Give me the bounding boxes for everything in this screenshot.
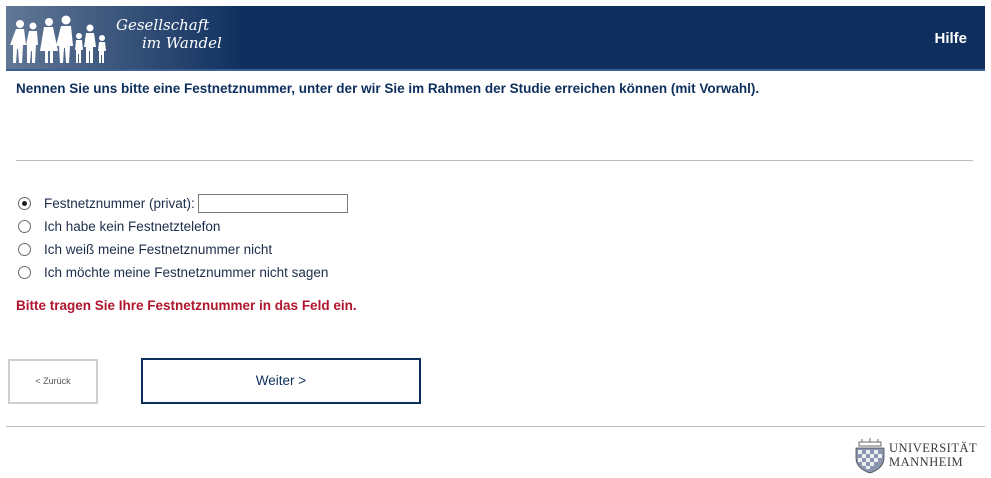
- option-label-refuse-number: Ich möchte meine Festnetznummer nicht sa…: [44, 265, 329, 280]
- university-name-line1: UNIVERSITÄT: [889, 441, 978, 455]
- help-link[interactable]: Hilfe: [934, 30, 967, 47]
- option-dont-know-number[interactable]: Ich weiß meine Festnetznummer nicht: [18, 238, 348, 261]
- logo-title-line2: im Wandel: [142, 34, 222, 52]
- radio-dont-know-number[interactable]: [18, 243, 31, 256]
- landline-number-input[interactable]: [197, 194, 348, 213]
- header-banner: Gesellschaft im Wandel Hilfe: [6, 6, 985, 69]
- university-name-line2: MANNHEIM: [889, 455, 964, 469]
- university-name: UNIVERSITÄT MANNHEIM: [889, 441, 977, 469]
- option-landline-number[interactable]: Festnetznummer (privat):: [18, 192, 348, 215]
- footer-divider: [6, 426, 985, 427]
- question-divider: [16, 160, 973, 161]
- option-label-landline-number: Festnetznummer (privat):: [44, 196, 195, 211]
- option-label-dont-know-number: Ich weiß meine Festnetznummer nicht: [44, 242, 273, 257]
- answer-options: Festnetznummer (privat): Ich habe kein F…: [18, 192, 348, 284]
- radio-no-landline[interactable]: [18, 220, 31, 233]
- header-underline: [6, 69, 985, 71]
- next-button[interactable]: Weiter >: [141, 358, 421, 404]
- radio-refuse-number[interactable]: [18, 266, 31, 279]
- radio-landline-number[interactable]: [18, 197, 31, 210]
- back-button[interactable]: < Zurück: [8, 359, 98, 404]
- logo-title-line1: Gesellschaft: [116, 16, 210, 34]
- university-crest-icon: [855, 438, 885, 474]
- question-text: Nennen Sie uns bitte eine Festnetznummer…: [16, 81, 760, 96]
- study-logo: Gesellschaft im Wandel: [6, 6, 246, 69]
- university-logo: UNIVERSITÄT MANNHEIM: [853, 438, 985, 474]
- option-label-no-landline: Ich habe kein Festnetztelefon: [44, 219, 221, 234]
- study-logo-text: Gesellschaft im Wandel: [116, 16, 222, 52]
- option-no-landline[interactable]: Ich habe kein Festnetztelefon: [18, 215, 348, 238]
- option-refuse-number[interactable]: Ich möchte meine Festnetznummer nicht sa…: [18, 261, 348, 284]
- validation-error-message: Bitte tragen Sie Ihre Festnetznummer in …: [16, 298, 357, 313]
